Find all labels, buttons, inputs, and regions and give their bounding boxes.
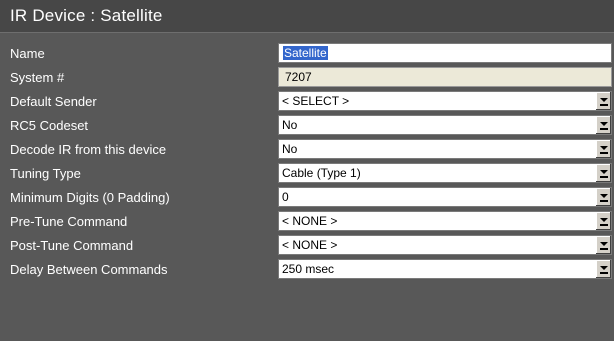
default-sender-select[interactable]: < SELECT > <box>278 91 612 111</box>
properties-form: Name Satellite System # 7207 Default Sen… <box>0 43 614 283</box>
chevron-down-icon <box>600 194 608 198</box>
post-tune-command-value: < NONE > <box>282 238 338 252</box>
row-minimum-digits: Minimum Digits (0 Padding) 0 <box>0 187 614 209</box>
row-rc5-codeset: RC5 Codeset No <box>0 115 614 137</box>
chevron-down-icon <box>600 266 608 270</box>
row-tuning-type: Tuning Type Cable (Type 1) <box>0 163 614 185</box>
chevron-down-icon <box>600 146 608 150</box>
rc5-codeset-select[interactable]: No <box>278 115 612 135</box>
tuning-type-dropdown-button[interactable] <box>595 164 611 182</box>
chevron-down-icon <box>600 242 608 246</box>
post-tune-command-label: Post-Tune Command <box>10 238 134 253</box>
chevron-down-icon <box>600 218 608 222</box>
decode-ir-select[interactable]: No <box>278 139 612 159</box>
name-value: Satellite <box>283 46 328 60</box>
rc5-codeset-dropdown-button[interactable] <box>595 116 611 134</box>
pre-tune-command-select[interactable]: < NONE > <box>278 211 612 231</box>
chevron-down-icon <box>600 98 608 102</box>
decode-ir-label: Decode IR from this device <box>10 142 167 157</box>
pre-tune-command-value: < NONE > <box>282 214 338 228</box>
row-decode-ir: Decode IR from this device No <box>0 139 614 161</box>
default-sender-dropdown-button[interactable] <box>595 92 611 110</box>
decode-ir-dropdown-button[interactable] <box>595 140 611 158</box>
system-number-field: 7207 <box>278 67 612 87</box>
default-sender-label: Default Sender <box>10 94 97 109</box>
chevron-down-icon <box>600 170 608 174</box>
minimum-digits-select[interactable]: 0 <box>278 187 612 207</box>
name-input[interactable]: Satellite <box>278 43 612 63</box>
post-tune-command-dropdown-button[interactable] <box>595 236 611 254</box>
tuning-type-label: Tuning Type <box>10 166 81 181</box>
pre-tune-command-dropdown-button[interactable] <box>595 212 611 230</box>
default-sender-value: < SELECT > <box>282 94 350 108</box>
tuning-type-value: Cable (Type 1) <box>282 166 361 180</box>
delay-between-commands-label: Delay Between Commands <box>10 262 168 277</box>
pre-tune-command-label: Pre-Tune Command <box>10 214 128 229</box>
row-name: Name Satellite <box>0 43 614 65</box>
row-default-sender: Default Sender < SELECT > <box>0 91 614 113</box>
decode-ir-value: No <box>282 142 298 156</box>
delay-between-commands-value: 250 msec <box>282 262 335 276</box>
name-label: Name <box>10 46 45 61</box>
delay-between-commands-select[interactable]: 250 msec <box>278 259 612 279</box>
system-number-label: System # <box>10 70 65 85</box>
rc5-codeset-label: RC5 Codeset <box>10 118 89 133</box>
row-system-number: System # 7207 <box>0 67 614 89</box>
minimum-digits-dropdown-button[interactable] <box>595 188 611 206</box>
page-title: IR Device : Satellite <box>10 6 163 25</box>
ir-device-panel: IR Device : Satellite Name Satellite Sys… <box>0 0 614 341</box>
chevron-down-icon <box>600 122 608 126</box>
delay-between-commands-dropdown-button[interactable] <box>595 260 611 278</box>
minimum-digits-value: 0 <box>282 190 289 204</box>
row-pre-tune-command: Pre-Tune Command < NONE > <box>0 211 614 233</box>
row-delay-between-commands: Delay Between Commands 250 msec <box>0 259 614 281</box>
minimum-digits-label: Minimum Digits (0 Padding) <box>10 190 170 205</box>
rc5-codeset-value: No <box>282 118 298 132</box>
title-bar: IR Device : Satellite <box>0 0 614 33</box>
tuning-type-select[interactable]: Cable (Type 1) <box>278 163 612 183</box>
row-post-tune-command: Post-Tune Command < NONE > <box>0 235 614 257</box>
post-tune-command-select[interactable]: < NONE > <box>278 235 612 255</box>
